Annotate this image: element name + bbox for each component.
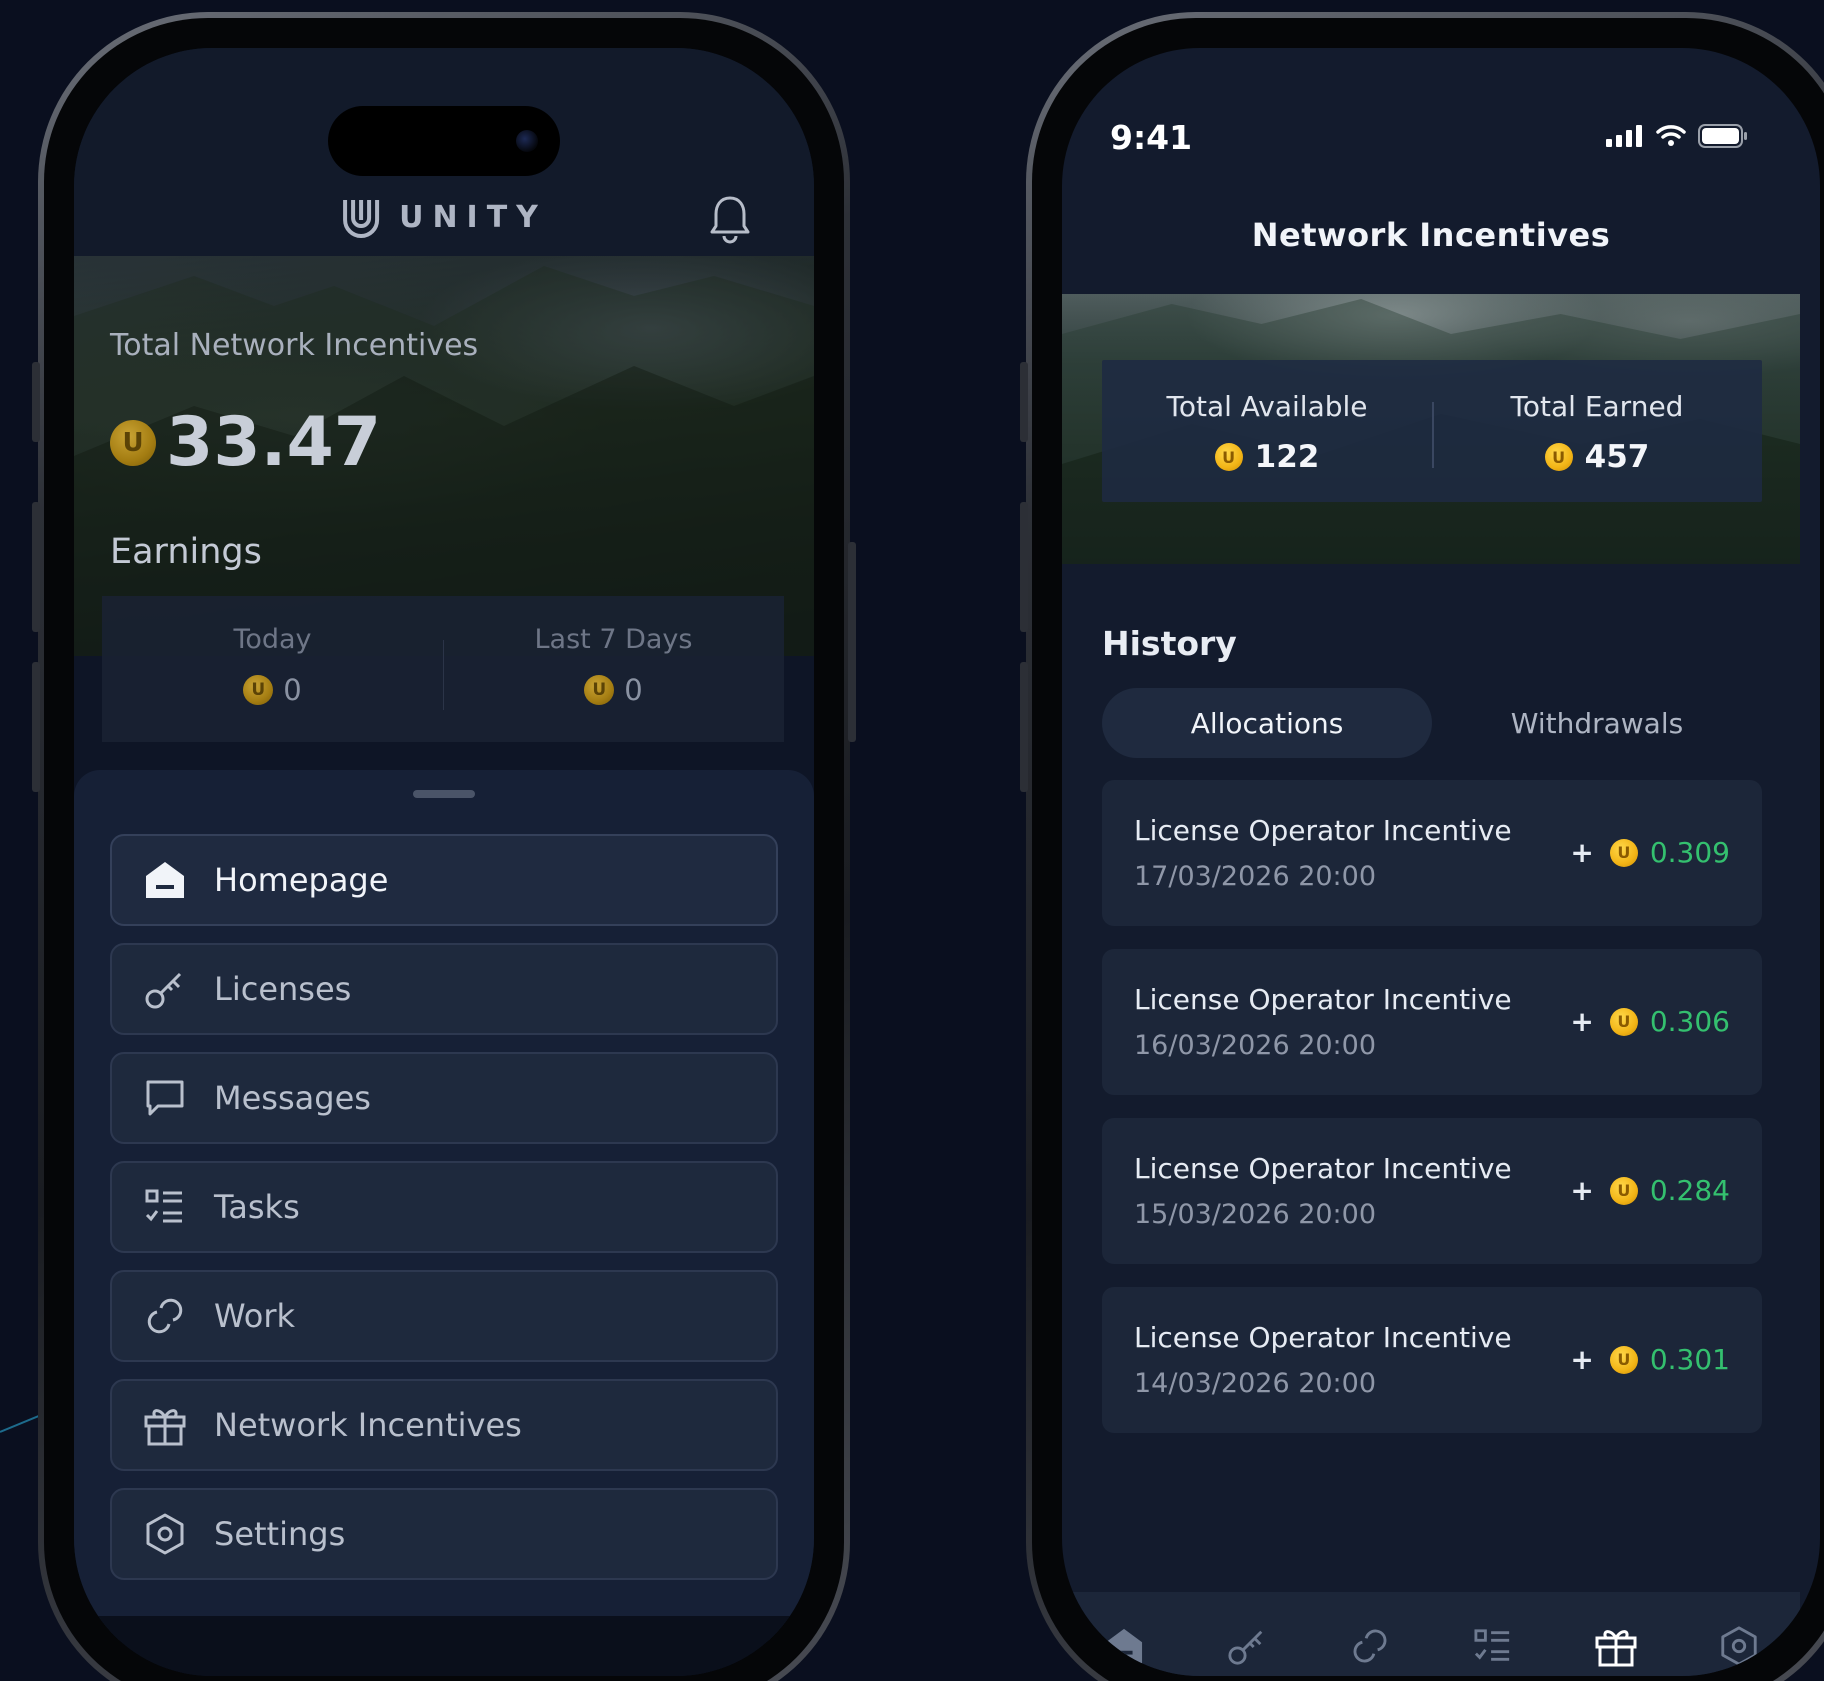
status-bar: 9:41 (1062, 48, 1820, 157)
brand-logo: UNITY (341, 196, 547, 238)
transaction-sign: + (1570, 1343, 1594, 1376)
menu-item-licenses[interactable]: Licenses (110, 943, 778, 1035)
totals-card: Total Available U 122 Total Earned U 457 (1102, 360, 1762, 502)
menu-item-label: Tasks (214, 1188, 300, 1226)
coin-icon: U (1609, 838, 1638, 867)
menu-item-settings[interactable]: Settings (110, 1488, 778, 1580)
total-incentives-amount: U 33.47 (110, 403, 381, 482)
right-screen: 9:41 Network Incentives Total Available … (1062, 48, 1820, 1676)
total-incentives-value: 33.47 (166, 403, 382, 482)
menu-item-tasks[interactable]: Tasks (110, 1161, 778, 1253)
menu-item-work[interactable]: Work (110, 1270, 778, 1362)
status-time: 9:41 (1110, 118, 1193, 157)
status-icons (1606, 124, 1748, 148)
transaction-amount: 0.284 (1649, 1174, 1730, 1207)
menu-item-messages[interactable]: Messages (110, 1052, 778, 1144)
sheet-drag-handle[interactable] (413, 790, 475, 798)
bottom-tab-bar (1062, 1592, 1800, 1676)
dynamic-island (328, 106, 560, 176)
home-icon (142, 857, 188, 903)
menu-item-network-incentives[interactable]: Network Incentives (110, 1379, 778, 1471)
page-title: Network Incentives (1251, 216, 1611, 254)
message-icon (142, 1075, 188, 1121)
menu-item-label: Settings (214, 1515, 346, 1553)
coin-icon: U (1214, 443, 1243, 471)
coin-icon: U (110, 419, 156, 466)
left-phone-frame: UNITY Total Network Incentives U 33.47 E (32, 12, 856, 1681)
tabbar-home-icon[interactable] (1096, 1618, 1152, 1674)
tabbar-settings-icon[interactable] (1711, 1618, 1767, 1674)
menu-item-label: Work (214, 1297, 296, 1335)
today-value: 0 (283, 673, 302, 707)
total-incentives-label: Total Network Incentives (110, 328, 479, 363)
transaction-sign: + (1570, 1005, 1594, 1038)
menu-item-label: Homepage (214, 861, 389, 899)
settings-icon (142, 1511, 188, 1557)
total-earned-value: 457 (1584, 439, 1650, 475)
tab-withdrawals[interactable]: Withdrawals (1432, 688, 1762, 758)
battery-icon (1698, 124, 1747, 148)
tabbar-tasks-icon[interactable] (1465, 1618, 1521, 1674)
coin-icon: U (1609, 1176, 1638, 1205)
coin-icon: U (243, 675, 274, 705)
coin-icon: U (1609, 1345, 1638, 1374)
coin-icon: U (584, 675, 615, 705)
transaction-list: License Operator Incentive 17/03/2026 20… (1102, 780, 1762, 1456)
transaction-amount: 0.301 (1649, 1343, 1730, 1376)
transaction-sign: + (1570, 1174, 1594, 1207)
right-phone-frame: 9:41 Network Incentives Total Available … (1020, 12, 1824, 1681)
menu-item-label: Network Incentives (214, 1406, 522, 1444)
last-7-days-value: 0 (624, 673, 643, 707)
total-available-value: 122 (1254, 439, 1320, 475)
tasks-icon (142, 1184, 188, 1230)
transaction-item[interactable]: License Operator Incentive 17/03/2026 20… (1102, 780, 1762, 926)
tabbar-link-icon[interactable] (1342, 1618, 1398, 1674)
history-tabs: Allocations Withdrawals (1102, 688, 1762, 758)
transaction-item[interactable]: License Operator Incentive 16/03/2026 20… (1102, 949, 1762, 1095)
last-7-days-label: Last 7 Days (534, 624, 693, 655)
brand-name: UNITY (399, 199, 547, 235)
wifi-icon (1656, 125, 1686, 146)
bottom-safe-area (74, 1616, 814, 1676)
coin-icon: U (1544, 443, 1573, 471)
menu-item-label: Licenses (214, 970, 352, 1008)
total-available-label: Total Available (1166, 390, 1368, 423)
total-earned-label: Total Earned (1510, 390, 1684, 423)
earnings-summary: Today U 0 Last 7 Days U 0 (102, 596, 784, 742)
tabbar-gift-icon[interactable] (1588, 1618, 1644, 1674)
signal-icon (1606, 125, 1642, 147)
unity-logo-icon (343, 200, 380, 238)
left-screen: UNITY Total Network Incentives U 33.47 E (74, 48, 814, 1676)
key-icon (142, 966, 188, 1012)
history-title: History (1102, 624, 1237, 663)
earnings-title: Earnings (110, 532, 262, 572)
transaction-amount: 0.309 (1649, 836, 1730, 869)
total-earned: Total Earned U 457 (1432, 360, 1762, 502)
tabbar-key-icon[interactable] (1219, 1618, 1275, 1674)
earnings-today: Today U 0 (102, 596, 443, 742)
coin-icon: U (1609, 1007, 1638, 1036)
menu-item-homepage[interactable]: Homepage (110, 834, 778, 926)
link-icon (142, 1293, 188, 1339)
navigation-menu: Homepage Licenses Messages Tasks Work Ne… (110, 834, 778, 1597)
transaction-sign: + (1570, 836, 1594, 869)
today-label: Today (233, 624, 312, 655)
navigation-sheet: Homepage Licenses Messages Tasks Work Ne… (74, 770, 814, 1640)
transaction-amount: 0.306 (1649, 1005, 1730, 1038)
menu-item-label: Messages (214, 1079, 371, 1117)
total-available: Total Available U 122 (1102, 360, 1432, 502)
transaction-item[interactable]: License Operator Incentive 15/03/2026 20… (1102, 1118, 1762, 1264)
notification-bell-icon[interactable] (708, 194, 752, 248)
transaction-item[interactable]: License Operator Incentive 14/03/2026 20… (1102, 1287, 1762, 1433)
earnings-last-7-days: Last 7 Days U 0 (443, 596, 784, 742)
gift-icon (142, 1402, 188, 1448)
tab-allocations[interactable]: Allocations (1102, 688, 1432, 758)
